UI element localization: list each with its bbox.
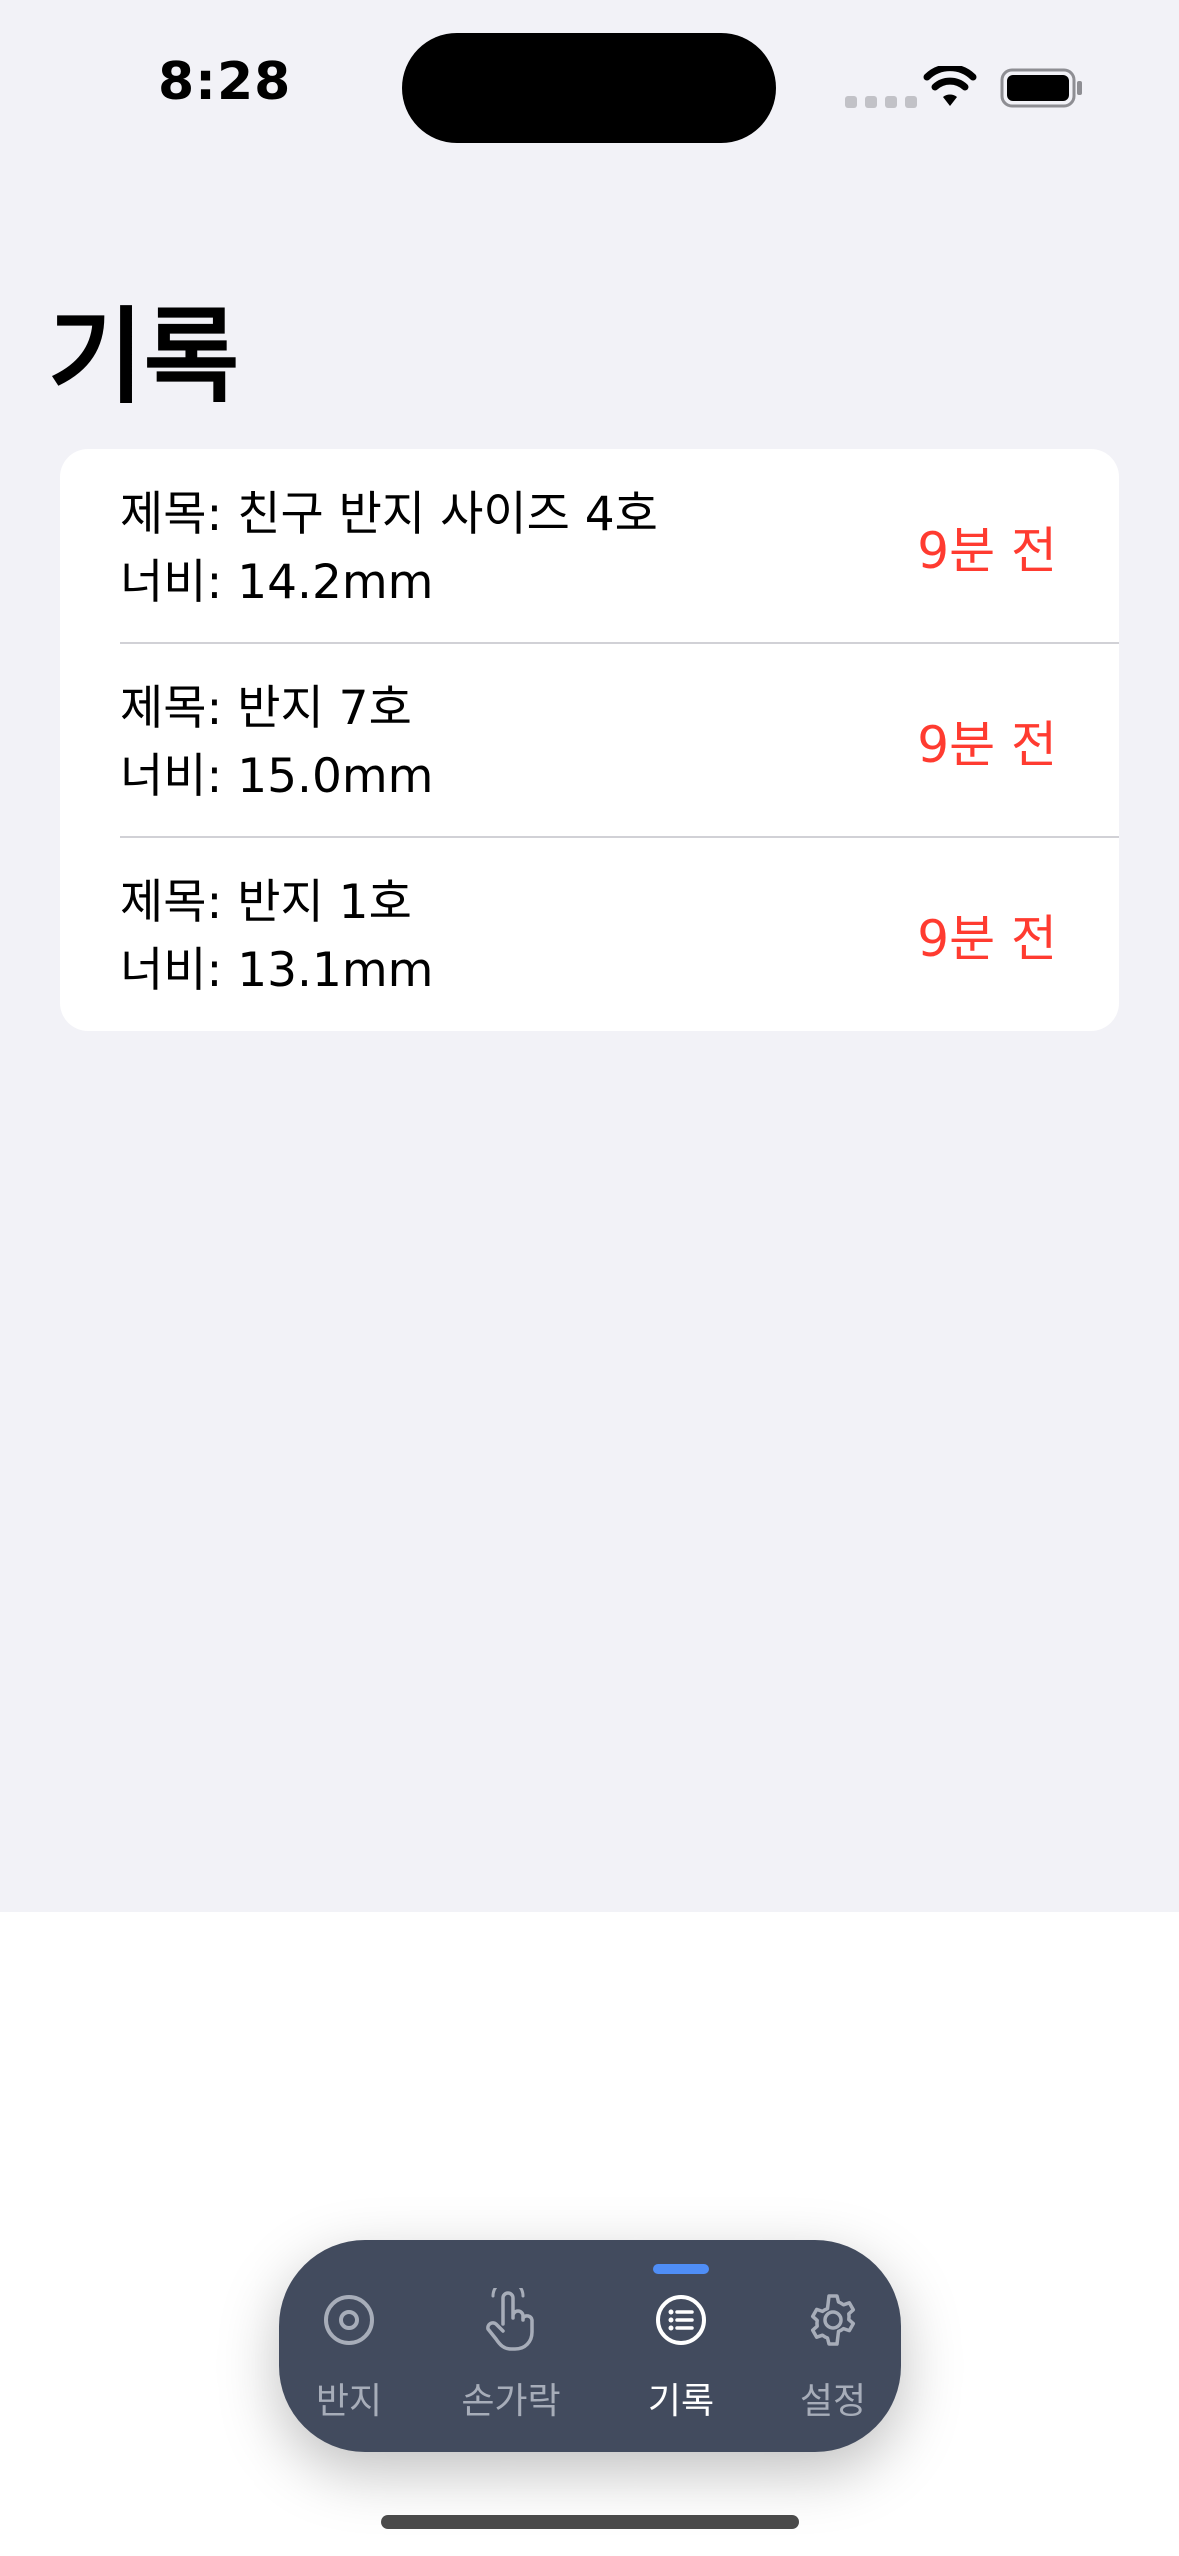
status-time: 8:28 — [158, 52, 292, 112]
record-time-ago: 9분 전 — [917, 910, 1057, 968]
record-title: 제목: 반지 7호 — [120, 681, 412, 736]
list-icon — [656, 2295, 706, 2345]
tab-label: 기록 — [647, 2381, 715, 2422]
tab-ring[interactable]: 반지 — [279, 2288, 419, 2438]
tab-bar: 반지 손가락 기록 설정 — [279, 2240, 901, 2452]
hand-pointer-icon — [486, 2288, 534, 2351]
tab-label: 손가락 — [461, 2381, 561, 2422]
tab-records[interactable]: 기록 — [611, 2288, 751, 2438]
home-indicator — [381, 2515, 799, 2529]
page-title: 기록 — [48, 296, 240, 418]
record-width: 너비: 15.0mm — [120, 749, 434, 804]
wifi-icon — [923, 66, 977, 106]
ring-icon — [324, 2295, 374, 2345]
record-title: 제목: 친구 반지 사이즈 4호 — [120, 487, 658, 542]
tab-label: 반지 — [315, 2381, 383, 2422]
record-time-ago: 9분 전 — [917, 716, 1057, 774]
record-time-ago: 9분 전 — [917, 522, 1057, 580]
record-width: 너비: 13.1mm — [120, 943, 434, 998]
records-list: 제목: 친구 반지 사이즈 4호 너비: 14.2mm 9분 전 제목: 반지 … — [60, 449, 1119, 1031]
record-row[interactable]: 제목: 친구 반지 사이즈 4호 너비: 14.2mm 9분 전 — [60, 449, 1119, 643]
record-title: 제목: 반지 1호 — [120, 875, 412, 930]
record-row[interactable]: 제목: 반지 7호 너비: 15.0mm 9분 전 — [60, 643, 1119, 837]
record-width: 너비: 14.2mm — [120, 555, 434, 610]
tab-finger[interactable]: 손가락 — [441, 2288, 581, 2438]
gear-icon — [810, 2294, 856, 2346]
cellular-signal-icon — [845, 96, 917, 108]
active-tab-indicator — [653, 2264, 709, 2274]
tab-label: 설정 — [799, 2381, 867, 2422]
dynamic-island — [402, 33, 776, 143]
tab-settings[interactable]: 설정 — [763, 2288, 903, 2438]
record-row[interactable]: 제목: 반지 1호 너비: 13.1mm 9분 전 — [60, 837, 1119, 1031]
battery-icon — [1000, 68, 1082, 108]
